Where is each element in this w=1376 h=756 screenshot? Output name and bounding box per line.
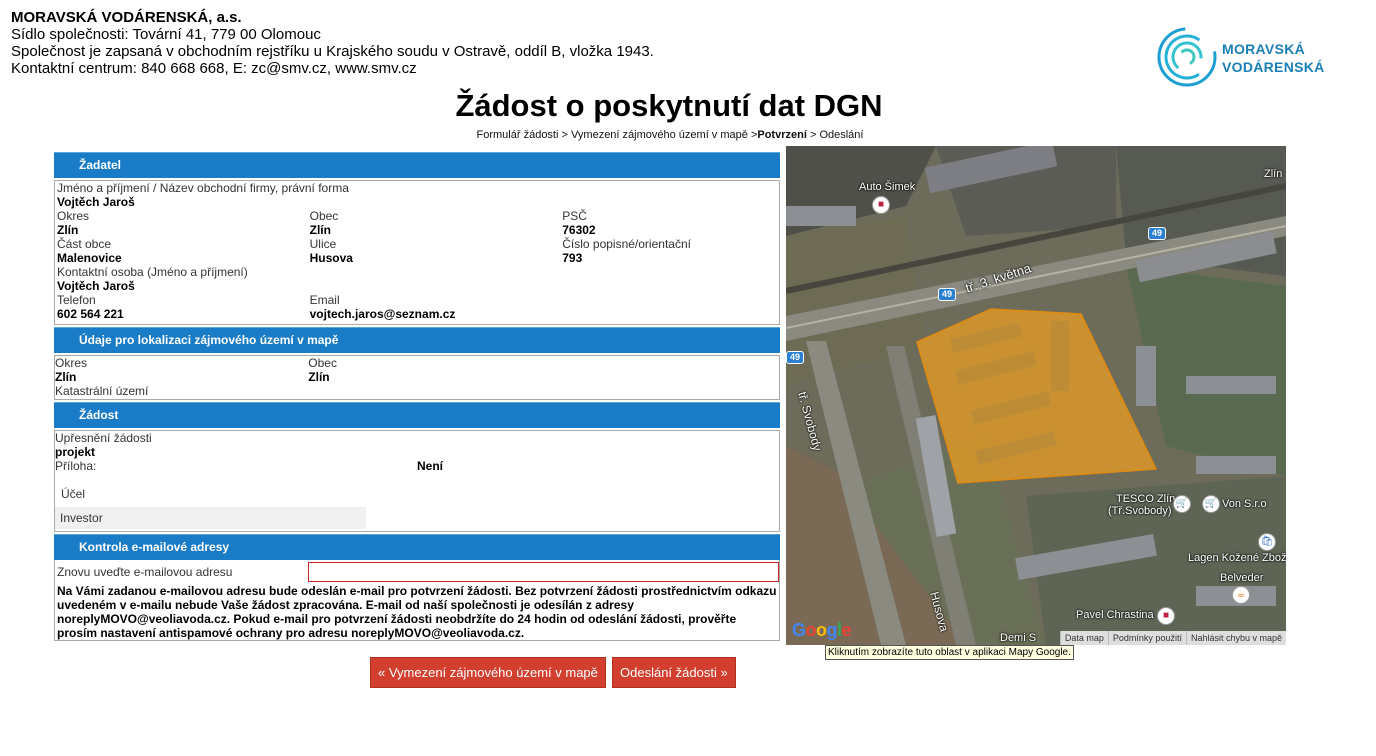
request-detail-value: projekt <box>55 445 96 459</box>
phone-value: 602 564 221 <box>57 307 124 321</box>
repeat-email-input[interactable] <box>308 562 779 582</box>
loc-obec-label: Obec <box>308 356 337 370</box>
breadcrumb-step-confirm: Potvrzení <box>757 129 807 141</box>
psc-value: 76302 <box>562 223 596 237</box>
company-address: Sídlo společnosti: Tovární 41, 779 00 Ol… <box>11 26 321 43</box>
ulice-value: Husova <box>309 251 353 265</box>
email-note: Na Vámi zadanou e-mailovou adresu bude o… <box>57 584 777 640</box>
request-form: Žadatel Jméno a příjmení / Název obchodn… <box>54 152 780 643</box>
cafe-icon[interactable]: ☕ <box>1232 586 1250 604</box>
contact-person-value: Vojtěch Jaroš <box>57 279 135 293</box>
back-to-map-button[interactable]: « Vymezení zájmového území v mapě <box>370 657 606 688</box>
send-request-button[interactable]: Odeslání žádosti » <box>612 657 736 688</box>
repeat-email-label: Znovu uveďte e-mailovou adresu <box>57 565 233 579</box>
cast-obce-label: Část obce <box>57 237 112 251</box>
okres-value: Zlín <box>57 223 79 237</box>
breadcrumb-step-send: Odeslání <box>819 129 864 141</box>
obec-value: Zlín <box>309 223 331 237</box>
okres-label: Okres <box>57 209 90 223</box>
loc-okres-label: Okres <box>55 356 88 370</box>
section-header-request: Žádost <box>54 402 780 428</box>
company-name: MORAVSKÁ VODÁRENSKÁ, a.s. <box>11 9 242 26</box>
attachment-value: Není <box>417 459 444 473</box>
breadcrumb-separator: > <box>747 129 758 141</box>
logo-text: MORAVSKÁ VODÁRENSKÁ <box>1222 40 1325 76</box>
cislo-value: 793 <box>562 251 583 265</box>
cast-obce-value: Malenovice <box>57 251 122 265</box>
section-header-location: Údaje pro lokalizaci zájmového území v m… <box>54 327 780 353</box>
applicant-box: Jméno a příjmení / Název obchodní firmy,… <box>54 180 780 325</box>
shopping-cart-icon[interactable]: 🛒 <box>1202 495 1220 513</box>
shop-pin-icon[interactable]: ■ <box>872 196 890 214</box>
map-label-auto-simek: Auto Šimek <box>859 181 916 193</box>
map-label-lagen: Lagen Kožené Zboží <box>1188 552 1286 564</box>
breadcrumb-step-map: Vymezení zájmového území v mapě <box>570 129 748 141</box>
section-header-email-check: Kontrola e-mailové adresy <box>54 534 780 560</box>
map-report-link[interactable]: Nahlásit chybu v mapě <box>1185 631 1286 645</box>
breadcrumb-separator: > <box>558 129 571 141</box>
investor-label: Investor <box>55 507 366 529</box>
breadcrumb: Formulář žádosti > Vymezení zájmového úz… <box>0 129 1340 141</box>
name-label: Jméno a příjmení / Název obchodní firmy,… <box>57 181 349 195</box>
request-box: Upřesnění žádosti projekt Příloha: Není … <box>54 430 780 532</box>
email-check-box: Znovu uveďte e-mailovou adresu Na Vámi z… <box>54 560 780 641</box>
map-footer: Data map Podmínky použití Nahlásit chybu… <box>1059 631 1286 645</box>
map-tooltip: Kliknutím zobrazíte tuto oblast v aplika… <box>825 645 1074 660</box>
attachment-label: Příloha: <box>55 459 97 473</box>
contact-person-label: Kontaktní osoba (Jméno a příjmení) <box>57 265 248 279</box>
map-label-pavel: Pavel Chrastina <box>1076 609 1154 621</box>
road-49-shield: 49 <box>938 288 957 301</box>
katastr-label: Katastrální území <box>55 384 149 398</box>
purpose-label: Účel <box>61 487 86 501</box>
company-info: MORAVSKÁ VODÁRENSKÁ, a.s. Sídlo společno… <box>11 9 654 77</box>
page-title: Žádost o poskytnutí dat DGN <box>455 88 883 123</box>
map-data-link[interactable]: Data map <box>1059 631 1108 645</box>
road-49-shield: 49 <box>1148 227 1167 240</box>
section-header-applicant: Žadatel <box>54 152 780 178</box>
phone-label: Telefon <box>57 293 96 307</box>
company-registration: Společnost je zapsaná v obchodním rejstř… <box>11 43 654 60</box>
shop-pin-icon[interactable]: ■ <box>1157 607 1175 625</box>
map-view[interactable]: ■ Auto Šimek Zlín tř. 3. května tř. Svob… <box>786 146 1286 645</box>
cislo-label: Číslo popisné/orientační <box>562 237 691 251</box>
map-label-tesco-sub: (Tř.Svobody) <box>1108 505 1172 517</box>
loc-okres-value: Zlín <box>55 370 77 384</box>
email-value: vojtech.jaros@seznam.cz <box>309 307 456 321</box>
water-swirl-icon <box>1157 27 1217 87</box>
ulice-label: Ulice <box>309 237 337 251</box>
road-49-shield: 49 <box>786 351 805 364</box>
shopping-bag-icon[interactable]: 🛍 <box>1258 533 1276 551</box>
psc-label: PSČ <box>562 209 587 223</box>
map-terms-link[interactable]: Podmínky použití <box>1107 631 1186 645</box>
map-label-zlin: Zlín <box>1264 168 1283 180</box>
map-label-demi: Demi S <box>1000 632 1037 644</box>
map-label-belveder: Belveder <box>1220 572 1264 584</box>
request-detail-label: Upřesnění žádosti <box>55 431 152 445</box>
shopping-cart-icon[interactable]: 🛒 <box>1173 495 1191 513</box>
satellite-imagery <box>786 146 1286 645</box>
loc-obec-value: Zlín <box>308 370 330 384</box>
company-logo: MORAVSKÁ VODÁRENSKÁ <box>1156 26 1336 87</box>
breadcrumb-step-form: Formulář žádosti <box>476 129 559 141</box>
company-contact: Kontaktní centrum: 840 668 668, E: zc@sm… <box>11 60 417 77</box>
obec-label: Obec <box>309 209 339 223</box>
logo-line-2: VODÁRENSKÁ <box>1222 59 1325 75</box>
map-label-tesco: TESCO Zlín <box>1116 493 1176 505</box>
google-logo: Google <box>792 620 852 640</box>
breadcrumb-separator: > <box>806 129 820 141</box>
logo-line-1: MORAVSKÁ <box>1222 41 1306 57</box>
location-box: Okres Zlín Obec Zlín Katastrální území <box>54 355 780 400</box>
name-value: Vojtěch Jaroš <box>57 195 135 209</box>
email-label: Email <box>309 293 340 307</box>
map-label-von: Von S.r.o <box>1222 498 1267 510</box>
